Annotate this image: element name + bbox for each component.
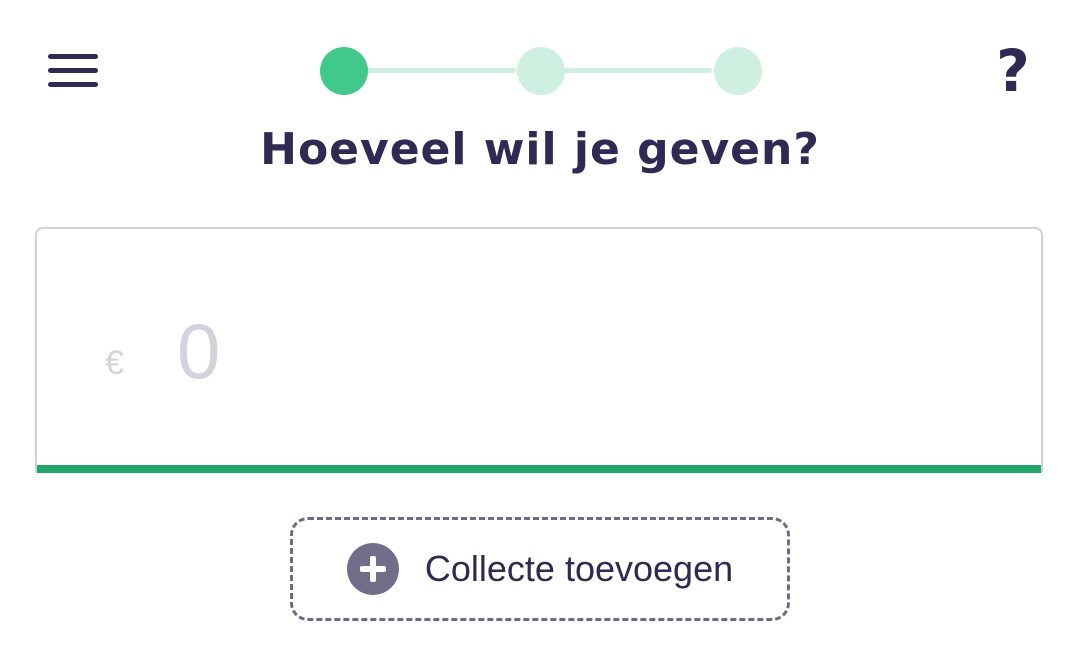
currency-symbol: € bbox=[105, 344, 124, 382]
help-button[interactable]: ? bbox=[978, 36, 1048, 106]
step-indicator-3 bbox=[714, 47, 762, 95]
step-connector bbox=[364, 68, 516, 73]
plus-circle-icon bbox=[346, 543, 399, 595]
add-collection-label: Collecte toevoegen bbox=[424, 548, 734, 589]
step-indicator-1 bbox=[320, 47, 368, 95]
hamburger-menu-icon-bar bbox=[48, 68, 98, 73]
amount-input-card[interactable]: € bbox=[35, 227, 1043, 473]
hamburger-menu-icon bbox=[48, 54, 98, 59]
step-indicator-2 bbox=[517, 47, 565, 95]
hamburger-menu-icon-bar bbox=[48, 82, 98, 87]
add-collection-button[interactable]: Collecte toevoegen bbox=[290, 517, 790, 621]
step-connector bbox=[562, 68, 712, 73]
menu-button[interactable] bbox=[40, 44, 108, 100]
amount-input[interactable] bbox=[177, 301, 997, 401]
progress-stepper bbox=[320, 47, 762, 95]
amount-input-underline bbox=[37, 465, 1041, 473]
page-title: Hoeveel wil je geven? bbox=[260, 124, 820, 175]
